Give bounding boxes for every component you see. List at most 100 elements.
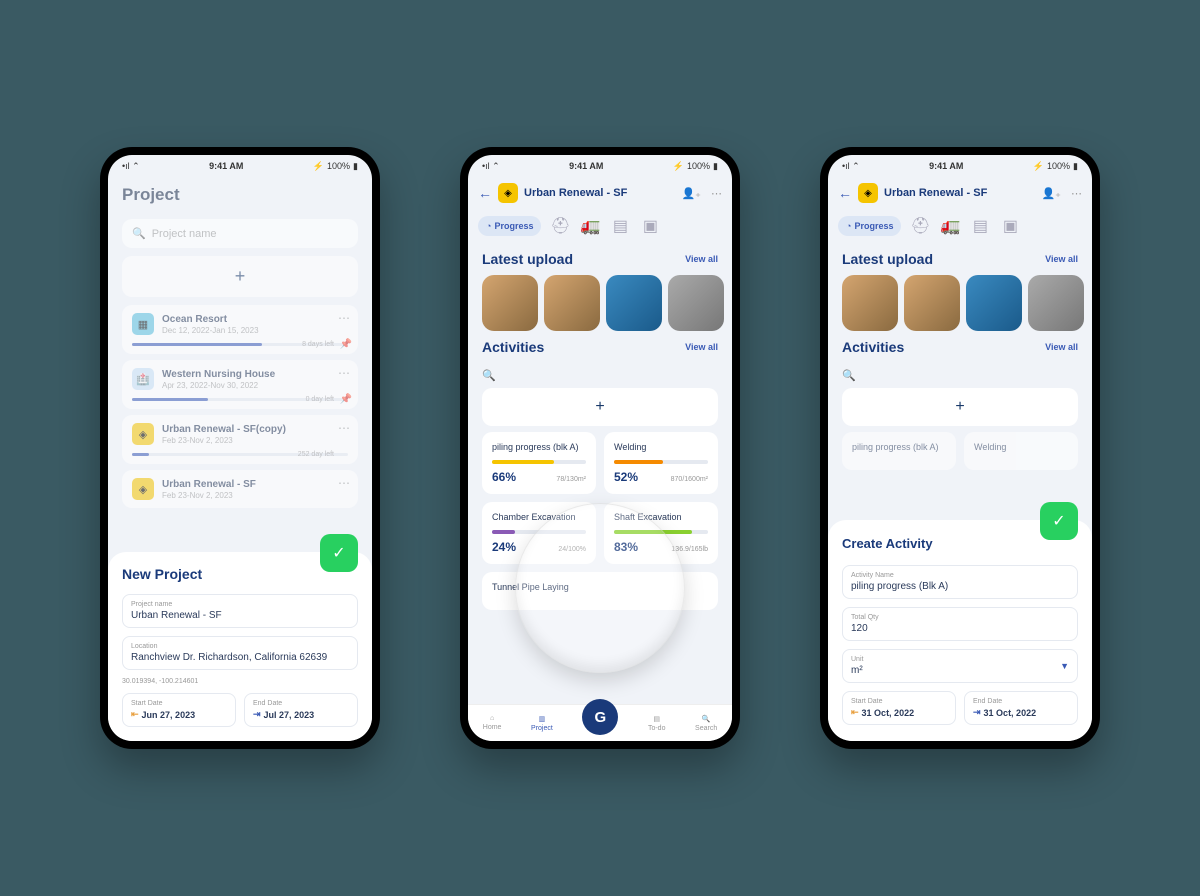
more-icon[interactable]: ⋯	[338, 311, 350, 325]
more-icon[interactable]: ⋯	[338, 421, 350, 435]
calendar-start-icon: ⇤	[851, 707, 859, 718]
search-input[interactable]: 🔍 Project name	[122, 219, 358, 248]
start-date-field[interactable]: Start Date ⇤31 Oct, 2022	[842, 691, 956, 725]
activities-title: Activities	[842, 339, 904, 355]
phone-3: •ıl ⌃ 9:41 AM ⚡ 100% ▮ ← ◈ Urban Renewal…	[820, 147, 1100, 749]
tab-progress[interactable]: ◔Progress	[838, 216, 901, 236]
project-card[interactable]: ▦ Ocean Resort Dec 12, 2022-Jan 15, 2023…	[122, 305, 358, 354]
upload-thumbnail[interactable]	[544, 275, 600, 331]
upload-thumbnail[interactable]	[482, 275, 538, 331]
status-bar: •ıl ⌃ 9:41 AM ⚡ 100% ▮	[468, 155, 732, 177]
project-icon: ◈	[132, 478, 154, 500]
nav-todo[interactable]: ▤To-do	[648, 715, 666, 732]
activity-search[interactable]: 🔍	[842, 369, 1078, 382]
status-bar: •ıl ⌃ 9:41 AM ⚡ 100% ▮	[828, 155, 1092, 177]
unit-select[interactable]: Unit m² ▼	[842, 649, 1078, 683]
calendar-end-icon: ⇥	[253, 709, 261, 720]
tab-helmet-icon[interactable]: ⛑	[909, 215, 931, 237]
project-logo: ◈	[498, 183, 518, 203]
activity-card[interactable]: Welding 52%870/1600m²	[604, 432, 718, 494]
end-date-field[interactable]: End Date ⇥Jul 27, 2023	[244, 693, 358, 727]
tab-document-icon[interactable]: ▤	[609, 215, 631, 237]
project-icon: ▦	[132, 313, 154, 335]
latest-upload-title: Latest upload	[482, 251, 573, 267]
chevron-down-icon: ▼	[1060, 661, 1069, 671]
more-icon[interactable]: ⋯	[338, 476, 350, 490]
start-date-field[interactable]: Start Date ⇤Jun 27, 2023	[122, 693, 236, 727]
view-all-link[interactable]: View all	[1045, 254, 1078, 264]
add-user-icon[interactable]: 👤₊	[1041, 187, 1061, 200]
upload-thumbnail[interactable]	[1028, 275, 1084, 331]
calendar-end-icon: ⇥	[973, 707, 981, 718]
phone-1: •ıl ⌃ 9:41 AM ⚡ 100% ▮ Project 🔍 Project…	[100, 147, 380, 749]
activity-search[interactable]: 🔍	[482, 369, 718, 382]
page-title: Project	[108, 177, 372, 213]
nav-center-button[interactable]: G	[582, 699, 618, 735]
latest-upload-title: Latest upload	[842, 251, 933, 267]
project-title: Urban Renewal - SF	[884, 187, 1035, 199]
upload-thumbnail[interactable]	[668, 275, 724, 331]
add-activity-button[interactable]: +	[842, 388, 1078, 426]
confirm-button[interactable]: ✓	[1040, 502, 1078, 540]
project-logo: ◈	[858, 183, 878, 203]
activity-card[interactable]: Tunnel Pipe Laying	[482, 572, 718, 610]
activities-title: Activities	[482, 339, 544, 355]
add-project-button[interactable]: +	[122, 256, 358, 297]
gauge-icon: ◔	[486, 221, 491, 231]
back-icon[interactable]: ←	[478, 185, 492, 201]
tab-truck-icon[interactable]: 🚛	[939, 215, 961, 237]
activity-card[interactable]: Welding	[964, 432, 1078, 470]
activity-card[interactable]: piling progress (blk A)	[842, 432, 956, 470]
upload-thumbnail[interactable]	[904, 275, 960, 331]
tab-progress[interactable]: ◔Progress	[478, 216, 541, 236]
new-project-sheet: ✓ New Project Project name Urban Renewal…	[108, 552, 372, 741]
upload-thumbnail[interactable]	[842, 275, 898, 331]
tab-image-icon[interactable]: ▣	[999, 215, 1021, 237]
activity-card[interactable]: piling progress (blk A) 66%78/130m²	[482, 432, 596, 494]
project-icon: 🏥	[132, 368, 154, 390]
activity-name-field[interactable]: Activity Name piling progress (Blk A)	[842, 565, 1078, 599]
add-activity-button[interactable]: +	[482, 388, 718, 426]
back-icon[interactable]: ←	[838, 185, 852, 201]
pin-icon[interactable]: 📌	[340, 339, 352, 350]
total-qty-field[interactable]: Total Qty 120	[842, 607, 1078, 641]
nav-home[interactable]: ⌂Home	[483, 715, 502, 731]
more-icon[interactable]: ⋯	[1071, 187, 1082, 200]
view-all-link[interactable]: View all	[1045, 342, 1078, 352]
more-icon[interactable]: ⋯	[711, 187, 722, 200]
activity-card[interactable]: Shaft Excavation 83%136.9/165lb	[604, 502, 718, 564]
gauge-icon: ◔	[846, 221, 851, 231]
tab-truck-icon[interactable]: 🚛	[579, 215, 601, 237]
add-user-icon[interactable]: 👤₊	[681, 187, 701, 200]
clipboard-icon: ▤	[653, 715, 660, 723]
tab-image-icon[interactable]: ▣	[639, 215, 661, 237]
tab-bar: ◔Progress ⛑ 🚛 ▤ ▣	[828, 209, 1092, 243]
tab-helmet-icon[interactable]: ⛑	[549, 215, 571, 237]
view-all-link[interactable]: View all	[685, 254, 718, 264]
project-name-field[interactable]: Project name Urban Renewal - SF	[122, 594, 358, 628]
upload-thumbnail[interactable]	[966, 275, 1022, 331]
building-icon: ▥	[539, 715, 546, 723]
more-icon[interactable]: ⋯	[338, 366, 350, 380]
nav-project[interactable]: ▥Project	[531, 715, 553, 732]
pin-icon[interactable]: 📌	[340, 394, 352, 405]
tab-document-icon[interactable]: ▤	[969, 215, 991, 237]
bottom-nav: ⌂Home ▥Project G ▤To-do 🔍Search	[468, 704, 732, 741]
location-field[interactable]: Location Ranchview Dr. Richardson, Calif…	[122, 636, 358, 670]
create-activity-sheet: ✓ Create Activity Activity Name piling p…	[828, 520, 1092, 741]
project-card[interactable]: 🏥 Western Nursing House Apr 23, 2022-Nov…	[122, 360, 358, 409]
activity-card[interactable]: Chamber Excavation 24%24/100%	[482, 502, 596, 564]
phone-2: •ıl ⌃ 9:41 AM ⚡ 100% ▮ ← ◈ Urban Renewal…	[460, 147, 740, 749]
confirm-button[interactable]: ✓	[320, 534, 358, 572]
upload-thumbnail[interactable]	[606, 275, 662, 331]
search-icon: 🔍	[132, 227, 146, 240]
status-bar: •ıl ⌃ 9:41 AM ⚡ 100% ▮	[108, 155, 372, 177]
nav-search[interactable]: 🔍Search	[695, 715, 717, 732]
project-card[interactable]: ◈ Urban Renewal - SF(copy) Feb 23-Nov 2,…	[122, 415, 358, 464]
tab-bar: ◔Progress ⛑ 🚛 ▤ ▣	[468, 209, 732, 243]
project-card[interactable]: ◈ Urban Renewal - SF Feb 23-Nov 2, 2023 …	[122, 470, 358, 508]
project-title: Urban Renewal - SF	[524, 187, 675, 199]
project-icon: ◈	[132, 423, 154, 445]
end-date-field[interactable]: End Date ⇥31 Oct, 2022	[964, 691, 1078, 725]
view-all-link[interactable]: View all	[685, 342, 718, 352]
